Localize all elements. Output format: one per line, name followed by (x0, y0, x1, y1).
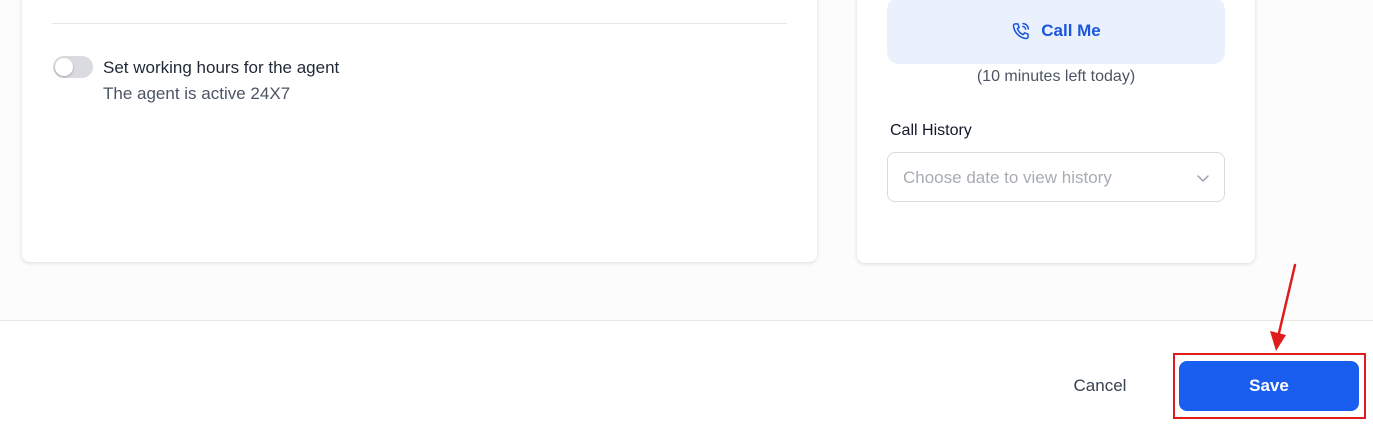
minutes-left-text: (10 minutes left today) (976, 68, 1136, 85)
call-me-label: Call Me (1041, 21, 1101, 40)
toggle-knob (55, 58, 73, 76)
phone-call-icon (1012, 22, 1030, 40)
agent-settings-page: Set working hours for the agent The agen… (0, 0, 1373, 432)
chevron-down-icon (1197, 175, 1209, 182)
call-history-placeholder: Choose date to view history (903, 168, 1112, 187)
call-panel-card: Call Me (10 minutes left today) Call His… (857, 0, 1255, 263)
call-history-label: Call History (890, 122, 972, 139)
working-hours-title: Set working hours for the agent (103, 58, 340, 77)
cancel-button[interactable]: Cancel (1050, 363, 1150, 409)
working-hours-toggle[interactable] (53, 56, 93, 78)
footer-bar (0, 321, 1373, 432)
section-divider (52, 23, 787, 24)
call-me-button[interactable]: Call Me (887, 0, 1225, 64)
agent-working-hours-card: Set working hours for the agent The agen… (22, 0, 817, 262)
save-button[interactable]: Save (1179, 361, 1359, 411)
working-hours-subtitle: The agent is active 24X7 (103, 84, 291, 103)
call-history-dropdown[interactable]: Choose date to view history (887, 152, 1225, 202)
